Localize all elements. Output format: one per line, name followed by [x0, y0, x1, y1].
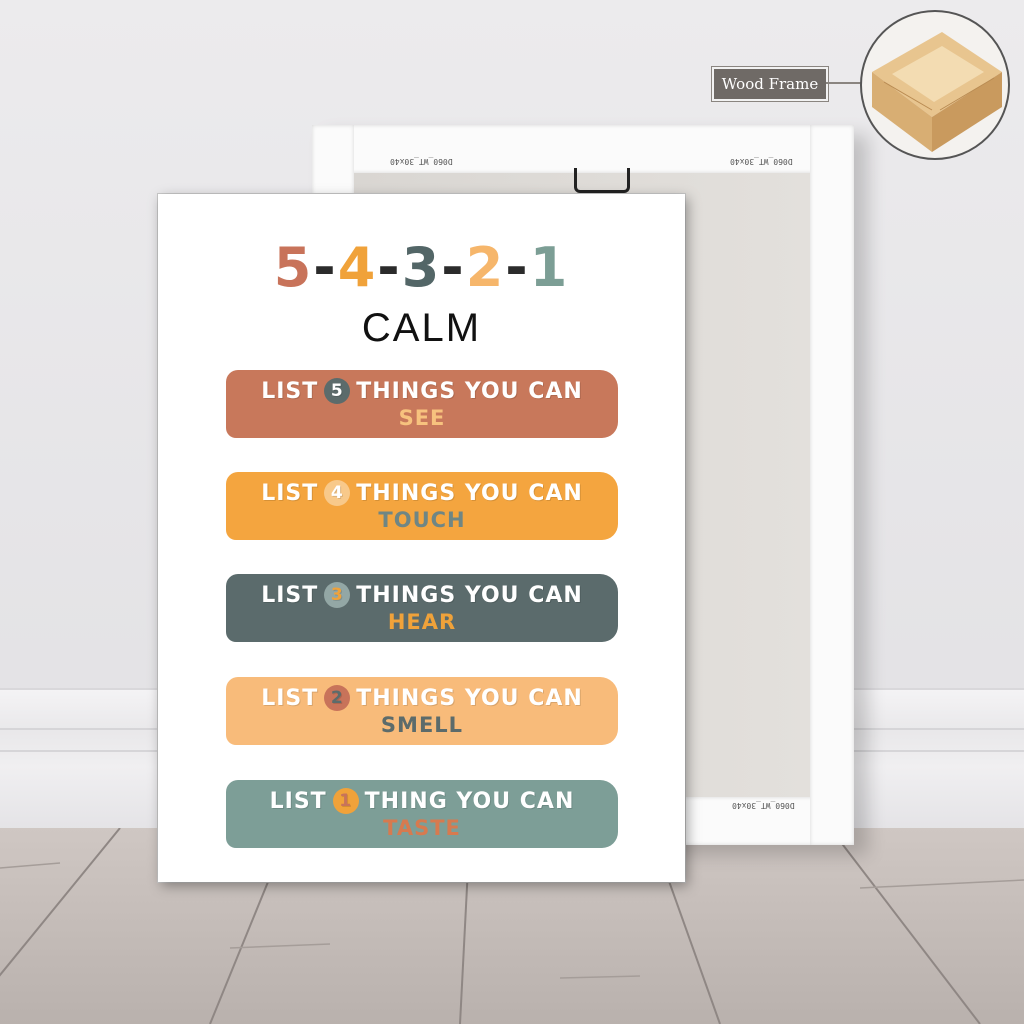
band-prefix: LIST — [261, 480, 319, 506]
band-suffix: THINGS YOU CAN — [356, 378, 583, 404]
band-instruction-line: LIST 5 THINGS YOU CAN — [261, 378, 583, 404]
calm-poster: 5-4-3-2-1 CALM LIST 5 THINGS YOU CAN SEE LIS… — [158, 194, 685, 882]
title-dash: - — [377, 236, 402, 299]
wood-corner-illustration — [872, 32, 1002, 152]
title-digit: 2 — [465, 236, 506, 299]
band-prefix: LIST — [261, 685, 319, 711]
instruction-band: LIST 4 THINGS YOU CAN TOUCH — [226, 472, 618, 540]
instruction-band: LIST 2 THINGS YOU CAN SMELL — [226, 677, 618, 745]
band-sense-word: SEE — [398, 406, 446, 430]
band-instruction-line: LIST 4 THINGS YOU CAN — [261, 480, 583, 506]
wood-frame-label: Wood Frame — [711, 66, 829, 102]
band-sense-word: SMELL — [380, 713, 464, 737]
frame-bar-right — [810, 125, 854, 845]
band-prefix: LIST — [261, 582, 319, 608]
frame-stamp-bottom: D060_WT_30x40 — [732, 801, 795, 810]
band-suffix: THINGS YOU CAN — [356, 685, 583, 711]
frame-stamp-left: D060_WT_30x40 — [390, 157, 453, 166]
band-instruction-line: LIST 3 THINGS YOU CAN — [261, 582, 583, 608]
band-number-badge: 4 — [324, 480, 351, 506]
callout-connector — [826, 82, 862, 84]
band-prefix: LIST — [269, 788, 327, 814]
band-suffix: THINGS YOU CAN — [356, 480, 583, 506]
band-suffix: THING YOU CAN — [364, 788, 575, 814]
band-suffix: THINGS YOU CAN — [356, 582, 583, 608]
band-sense-word: HEAR — [387, 610, 457, 634]
band-number-badge: 2 — [324, 685, 351, 711]
hanger-wire — [574, 168, 630, 193]
poster-title: 5-4-3-2-1 — [158, 236, 685, 299]
band-instruction-line: LIST 1 THING YOU CAN — [270, 788, 575, 814]
title-digit: 5 — [273, 236, 314, 299]
instruction-band: LIST 5 THINGS YOU CAN SEE — [226, 370, 618, 438]
title-dash: - — [441, 236, 466, 299]
title-digit: 3 — [401, 236, 442, 299]
title-digit: 1 — [529, 236, 570, 299]
band-sense-word: TASTE — [383, 816, 461, 840]
wood-frame-closeup — [860, 10, 1010, 160]
band-number-badge: 5 — [324, 378, 351, 404]
band-instruction-line: LIST 2 THINGS YOU CAN — [261, 685, 583, 711]
title-dash: - — [313, 236, 338, 299]
frame-stamp-right: D060_WT_30x40 — [730, 157, 793, 166]
band-prefix: LIST — [261, 378, 319, 404]
title-digit: 4 — [337, 236, 378, 299]
instruction-band: LIST 1 THING YOU CAN TASTE — [226, 780, 618, 848]
room-scene: D060_WT_30x40 D060_WT_30x40 D060_WT_30x4… — [0, 0, 1024, 1024]
band-number-badge: 1 — [332, 788, 359, 814]
title-dash: - — [505, 236, 530, 299]
poster-subtitle: CALM — [361, 306, 482, 350]
instruction-band: LIST 3 THINGS YOU CAN HEAR — [226, 574, 618, 642]
band-sense-word: TOUCH — [378, 508, 466, 532]
band-number-badge: 3 — [324, 582, 351, 608]
